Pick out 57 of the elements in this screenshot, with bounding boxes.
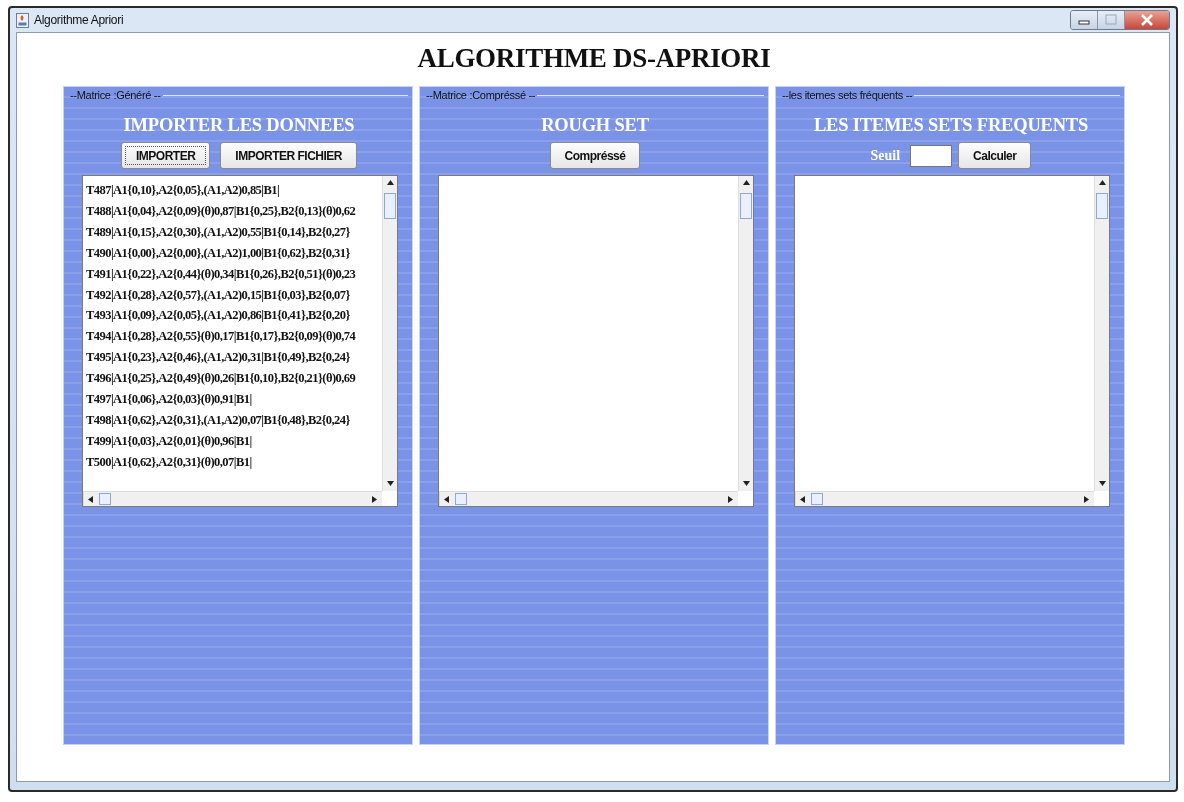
vertical-scrollbar[interactable] [382,176,397,491]
data-row-text: T499|A1{0,03},A2{0,01}(θ)0,96|B1| [86,432,252,450]
data-row-text: T489|A1{0,15},A2{0,30},(A1,A2)0,55|B1{0,14},B2{0,27} [86,223,350,241]
group-legend: --Matrice :Généré -- [70,89,161,101]
data-row-text: T487|A1{0,10},A2{0,05},(A1,A2)0,85|B1| [86,182,280,199]
data-row-text: T492|A1{0,28},A2{0,57},(A1,A2)0,15|B1{0,03},B2{0,07} [86,286,350,304]
scroll-thumb[interactable] [740,193,752,219]
scroll-thumb[interactable] [384,193,396,219]
horizontal-scrollbar[interactable] [795,491,1094,506]
scroll-thumb[interactable] [99,493,111,505]
scroll-down-icon[interactable] [1098,479,1107,488]
scroll-up-icon[interactable] [1098,179,1107,188]
data-row-text: T495|A1{0,23},A2{0,46},(A1,A2)0,31|B1{0,49},B2{0,24} [86,349,350,367]
minimize-icon[interactable] [1071,11,1098,29]
scroll-down-icon[interactable] [742,479,751,488]
horizontal-scrollbar[interactable] [83,491,382,506]
vertical-scrollbar[interactable] [738,176,753,491]
scroll-right-icon[interactable] [726,494,735,504]
scroll-right-icon[interactable] [1082,494,1091,504]
action-button[interactable]: Compréssé [549,142,641,169]
panel-title: ROUGH SET [540,115,650,136]
scroll-thumb[interactable] [455,493,467,505]
action-button[interactable]: IMPORTER FICHIER [220,142,357,169]
text-area[interactable] [82,175,398,507]
data-row-text: T488|A1{0,04},A2{0,09}(θ)0,87|B1{0,25},B2{0,13}(θ)0,62 [86,202,356,220]
app-icon [16,12,29,28]
maximize-icon[interactable] [1098,11,1125,29]
horizontal-scrollbar[interactable] [439,491,738,506]
data-row-text: T494|A1{0,28},A2{0,55}(θ)0,17|B1{0,17},B2{0,09}(θ)0,74 [86,328,356,346]
scroll-up-icon[interactable] [742,179,751,188]
data-row-text: T491|A1{0,22},A2{0,44}(θ)0,34|B1{0,26},B2{0,51}(θ)0,23 [86,265,356,283]
data-row-text: T493|A1{0,09},A2{0,05},(A1,A2)0,86|B1{0,41},B2{0,20} [86,307,350,325]
threshold-label: Seuil [870,147,901,164]
scroll-down-icon[interactable] [386,479,395,488]
panel-title: IMPORTER LES DONNEES [122,115,356,136]
scroll-left-icon[interactable] [443,494,452,504]
action-button[interactable]: Calculer [958,142,1032,169]
action-button[interactable]: IMPORTER [121,142,211,169]
vertical-scrollbar[interactable] [1094,176,1109,491]
scroll-thumb[interactable] [1096,193,1108,219]
data-row-text: T490|A1{0,00},A2{0,00},(A1,A2)1,00|B1{0,62},B2{0,31} [86,244,350,262]
app-heading: ALGORITHME DS-APRIORI [416,43,772,74]
threshold-field[interactable] [910,144,953,167]
group-legend: --les itemes sets fréquents -- [782,89,913,101]
data-row-text: T500|A1{0,62},A2{0,31}(θ)0,07|B1| [86,453,252,471]
data-row-text: T496|A1{0,25},A2{0,49}(θ)0,26|B1{0,10},B2{0,21}(θ)0,69 [86,370,356,388]
scroll-right-icon[interactable] [370,494,379,504]
data-row-text: T497|A1{0,06},A2{0,03}(θ)0,91|B1| [86,391,252,409]
group-legend: --Matrice :Compréssé -- [426,89,536,101]
scroll-left-icon[interactable] [799,494,808,504]
scroll-left-icon[interactable] [87,494,96,504]
scroll-thumb[interactable] [811,493,823,505]
window-title: Algorithme Apriori [34,13,124,27]
data-row-text: T498|A1{0,62},A2{0,31},(A1,A2)0,07|B1{0,48},B2{0,24} [86,411,350,429]
scroll-up-icon[interactable] [386,179,395,188]
panel-title: LES ITEMES SETS FREQUENTS [812,115,1090,136]
close-icon[interactable] [1125,11,1169,29]
